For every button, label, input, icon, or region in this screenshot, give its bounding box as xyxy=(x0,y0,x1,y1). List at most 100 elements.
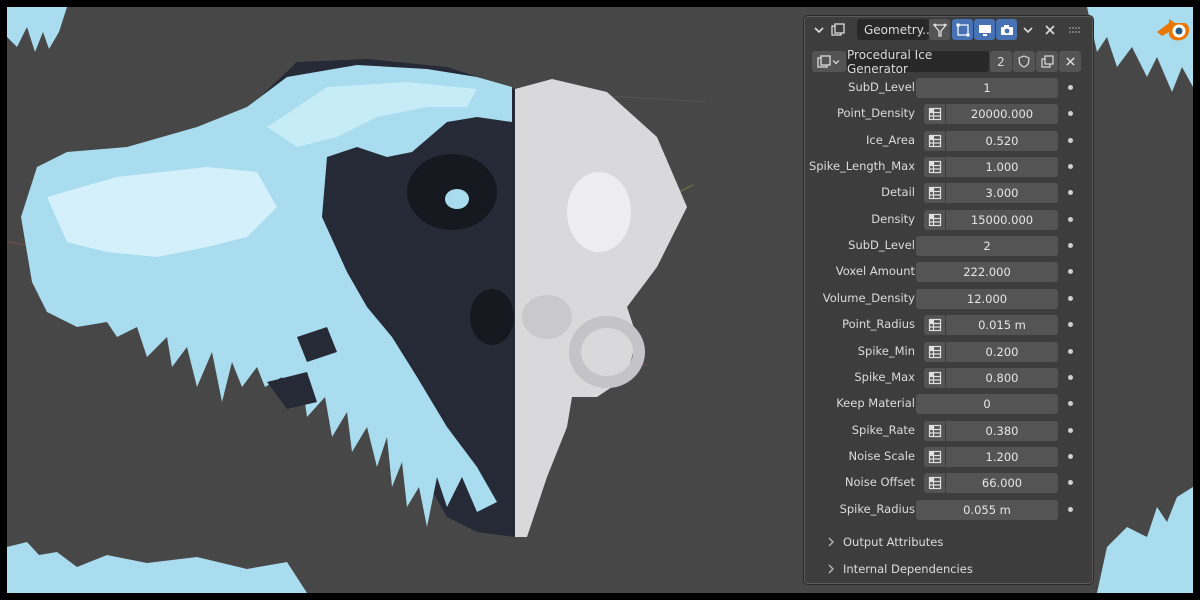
keyframe-dot-icon[interactable] xyxy=(1068,295,1073,301)
input-value-field[interactable]: 0.055 m xyxy=(916,499,1058,520)
drag-handle-icon[interactable] xyxy=(1067,23,1083,37)
input-label: Keep Material xyxy=(836,396,915,411)
input-value-field[interactable]: 222.000 xyxy=(916,262,1058,283)
input-label: Voxel Amount xyxy=(835,264,915,279)
input-label: Spike_Min xyxy=(857,343,915,358)
input-value-field[interactable]: 20000.000 xyxy=(946,104,1058,125)
input-row: Volume_Density 12.000 xyxy=(805,288,1092,310)
input-row: Voxel Amount 222.000 xyxy=(805,261,1092,283)
attribute-table-icon[interactable] xyxy=(924,209,945,230)
vertex-select-icon[interactable] xyxy=(952,19,973,40)
input-row: Spike_Min 0.200 xyxy=(805,341,1092,363)
keyframe-dot-icon[interactable] xyxy=(1068,85,1073,90)
attribute-table-icon[interactable] xyxy=(924,104,945,125)
section-label: Output Attributes xyxy=(843,535,944,549)
modifier-header: Geometry... xyxy=(805,17,1092,43)
keyframe-dot-icon[interactable] xyxy=(1068,506,1073,512)
input-row: Density 15000.000 xyxy=(805,209,1092,231)
input-label: Spike_Radius xyxy=(839,501,915,516)
chevron-right-icon xyxy=(828,564,834,574)
input-value-field[interactable]: 12.000 xyxy=(916,288,1058,309)
input-value-field[interactable]: 1.000 xyxy=(946,157,1058,178)
keyframe-dot-icon[interactable] xyxy=(1068,190,1073,196)
keyframe-dot-icon[interactable] xyxy=(1068,453,1073,459)
input-label: Noise Offset xyxy=(844,475,915,490)
attribute-table-icon[interactable] xyxy=(924,473,945,494)
chevron-down-icon[interactable] xyxy=(1019,21,1037,39)
input-label: Spike_Length_Max xyxy=(808,159,915,174)
close-icon[interactable] xyxy=(1041,21,1059,39)
keyframe-dot-icon[interactable] xyxy=(1068,216,1073,222)
chevron-right-icon xyxy=(828,537,834,547)
input-value-field[interactable]: 0.380 xyxy=(946,420,1058,441)
keyframe-dot-icon[interactable] xyxy=(1068,480,1073,486)
input-row: Noise Scale 1.200 xyxy=(805,446,1092,468)
monitor-icon[interactable] xyxy=(974,19,995,40)
input-value-field[interactable]: 1 xyxy=(916,78,1058,98)
geometry-nodes-funnel-icon[interactable] xyxy=(929,19,950,40)
input-value-field[interactable]: 0.015 m xyxy=(946,315,1058,336)
input-label: Noise Scale xyxy=(848,448,916,463)
input-label: Point_Density xyxy=(836,106,915,121)
section-output-attributes[interactable]: Output Attributes xyxy=(827,535,943,549)
keyframe-dot-icon[interactable] xyxy=(1068,137,1073,143)
screenshot-frame: Geometry... Procedural Ice Generator 2 S… xyxy=(0,0,1200,600)
modifier-name-field[interactable]: Geometry... xyxy=(857,19,934,40)
attribute-table-icon[interactable] xyxy=(924,420,945,441)
input-row: Ice_Area 0.520 xyxy=(805,130,1092,152)
input-value-field[interactable]: 0 xyxy=(916,394,1058,415)
keyframe-dot-icon[interactable] xyxy=(1068,401,1073,407)
input-label: Volume_Density xyxy=(822,290,915,305)
keyframe-dot-icon[interactable] xyxy=(1068,374,1073,380)
attribute-table-icon[interactable] xyxy=(924,341,945,362)
input-row: Point_Density 20000.000 xyxy=(805,103,1092,125)
attribute-table-icon[interactable] xyxy=(924,183,945,204)
node-group-name-field[interactable]: Procedural Ice Generator xyxy=(847,48,989,76)
input-value-field[interactable]: 15000.000 xyxy=(946,209,1058,230)
camera-icon[interactable] xyxy=(996,19,1017,40)
chevron-down-icon[interactable] xyxy=(811,22,827,38)
input-row: Noise Offset 66.000 xyxy=(805,472,1092,494)
input-value-field[interactable]: 2 xyxy=(916,236,1058,257)
attribute-table-icon[interactable] xyxy=(924,367,945,388)
properties-icon xyxy=(817,54,831,68)
keyframe-dot-icon[interactable] xyxy=(1068,243,1073,249)
keyframe-dot-icon[interactable] xyxy=(1068,269,1073,275)
input-value-field[interactable]: 66.000 xyxy=(946,473,1058,494)
input-value-field[interactable]: 3.000 xyxy=(946,183,1058,204)
input-value-field[interactable]: 0.200 xyxy=(946,341,1058,362)
input-value-field[interactable]: 1.200 xyxy=(946,446,1058,467)
keyframe-dot-icon[interactable] xyxy=(1068,111,1073,117)
shield-icon[interactable] xyxy=(1013,51,1035,72)
input-label: Spike_Max xyxy=(854,369,915,384)
input-row: Keep Material 0 xyxy=(805,393,1092,415)
input-row: Point_Radius 0.015 m xyxy=(805,314,1092,336)
node-group-browse-button[interactable] xyxy=(812,51,846,72)
blender-logo xyxy=(1157,19,1190,41)
duplicate-icon[interactable] xyxy=(1036,51,1058,72)
input-label: SubD_Level xyxy=(848,80,915,94)
keyframe-dot-icon[interactable] xyxy=(1068,427,1073,433)
input-label: Density xyxy=(871,211,915,226)
input-row: SubD_Level 2 xyxy=(805,235,1092,257)
input-row: Detail 3.000 xyxy=(805,182,1092,204)
keyframe-dot-icon[interactable] xyxy=(1068,322,1073,328)
input-value-field[interactable]: 0.520 xyxy=(946,130,1058,151)
input-row: Spike_Length_Max 1.000 xyxy=(805,156,1092,178)
input-row: Spike_Rate 0.380 xyxy=(805,420,1092,442)
input-label: Spike_Rate xyxy=(851,422,915,437)
section-internal-dependencies[interactable]: Internal Dependencies xyxy=(827,562,973,576)
attribute-table-icon[interactable] xyxy=(924,130,945,151)
attribute-table-icon[interactable] xyxy=(924,446,945,467)
chevron-down-icon xyxy=(832,59,840,64)
keyframe-dot-icon[interactable] xyxy=(1068,164,1073,170)
input-value-field[interactable]: 0.800 xyxy=(946,367,1058,388)
attribute-table-icon[interactable] xyxy=(924,157,945,178)
attribute-table-icon[interactable] xyxy=(924,315,945,336)
input-label: SubD_Level xyxy=(848,238,915,253)
properties-icon xyxy=(829,21,847,39)
keyframe-dot-icon[interactable] xyxy=(1068,348,1073,354)
modifier-panel: Geometry... Procedural Ice Generator 2 S… xyxy=(804,16,1093,584)
close-icon[interactable] xyxy=(1059,51,1081,72)
user-count-button[interactable]: 2 xyxy=(990,51,1012,72)
